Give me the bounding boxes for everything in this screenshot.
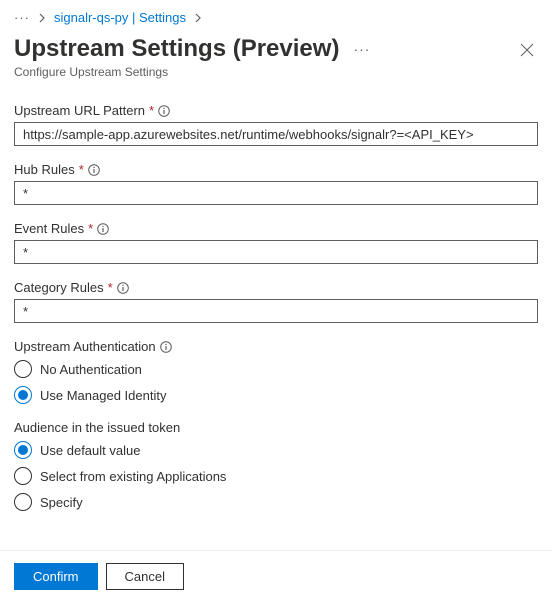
radio-icon [14,360,32,378]
radio-use-default[interactable]: Use default value [14,441,538,459]
field-event-rules: Event Rules * [14,221,538,264]
breadcrumb-link-settings[interactable]: signalr-qs-py | Settings [54,10,186,25]
radio-label: Use default value [40,443,140,458]
radio-label: Use Managed Identity [40,388,166,403]
required-marker: * [149,103,154,118]
field-category-rules: Category Rules * [14,280,538,323]
breadcrumb: ··· signalr-qs-py | Settings [14,10,538,25]
url-pattern-input[interactable] [14,122,538,146]
field-hub-rules: Hub Rules * [14,162,538,205]
label-hub-rules: Hub Rules [14,162,75,177]
radio-select-existing[interactable]: Select from existing Applications [14,467,538,485]
field-url-pattern: Upstream URL Pattern * [14,103,538,146]
label-event-rules: Event Rules [14,221,84,236]
page-title: Upstream Settings (Preview) [14,35,339,63]
field-upstream-auth: Upstream Authentication No Authenticatio… [14,339,538,404]
hub-rules-input[interactable] [14,181,538,205]
radio-icon [14,386,32,404]
radio-label: No Authentication [40,362,142,377]
panel-header: Upstream Settings (Preview) ··· Configur… [14,35,538,79]
upstream-auth-radio-group: No Authentication Use Managed Identity [14,360,538,404]
form: Upstream URL Pattern * Hub Rules * Event… [14,103,538,511]
info-icon[interactable] [97,223,109,235]
radio-icon [14,467,32,485]
label-upstream-auth: Upstream Authentication [14,339,156,354]
info-icon[interactable] [117,282,129,294]
radio-icon [14,441,32,459]
label-audience: Audience in the issued token [14,420,538,435]
radio-no-authentication[interactable]: No Authentication [14,360,538,378]
radio-specify[interactable]: Specify [14,493,538,511]
page-subtitle: Configure Upstream Settings [14,65,370,79]
footer: Confirm Cancel [0,550,552,602]
chevron-right-icon [38,13,46,23]
required-marker: * [79,162,84,177]
title-more-icon[interactable]: ··· [353,42,370,56]
cancel-button[interactable]: Cancel [106,563,184,590]
category-rules-input[interactable] [14,299,538,323]
radio-label: Specify [40,495,83,510]
audience-radio-group: Use default value Select from existing A… [14,441,538,511]
info-icon[interactable] [160,341,172,353]
event-rules-input[interactable] [14,240,538,264]
radio-label: Select from existing Applications [40,469,226,484]
label-category-rules: Category Rules [14,280,104,295]
close-button[interactable] [516,39,538,61]
confirm-button[interactable]: Confirm [14,563,98,590]
label-url-pattern: Upstream URL Pattern [14,103,145,118]
required-marker: * [88,221,93,236]
info-icon[interactable] [88,164,100,176]
breadcrumb-ellipsis[interactable]: ··· [14,10,30,25]
required-marker: * [108,280,113,295]
close-icon [520,43,534,57]
radio-icon [14,493,32,511]
radio-managed-identity[interactable]: Use Managed Identity [14,386,538,404]
chevron-right-icon [194,13,202,23]
info-icon[interactable] [158,105,170,117]
